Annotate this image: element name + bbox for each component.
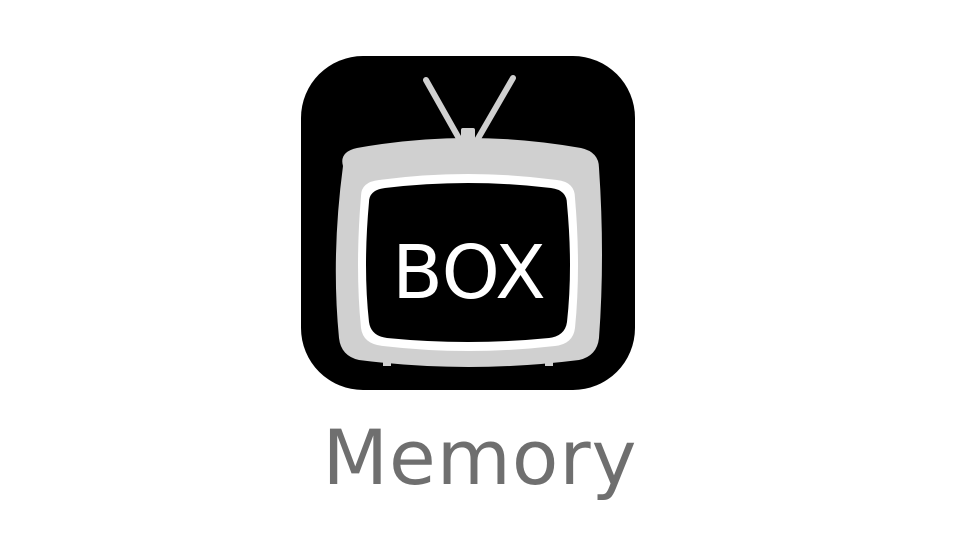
app-launcher-tile[interactable]: BOX Memory	[0, 0, 960, 540]
tv-icon: BOX	[335, 75, 602, 367]
screen-text: BOX	[392, 230, 546, 316]
app-icon[interactable]: BOX	[301, 56, 635, 390]
app-name-label: Memory	[322, 413, 638, 502]
